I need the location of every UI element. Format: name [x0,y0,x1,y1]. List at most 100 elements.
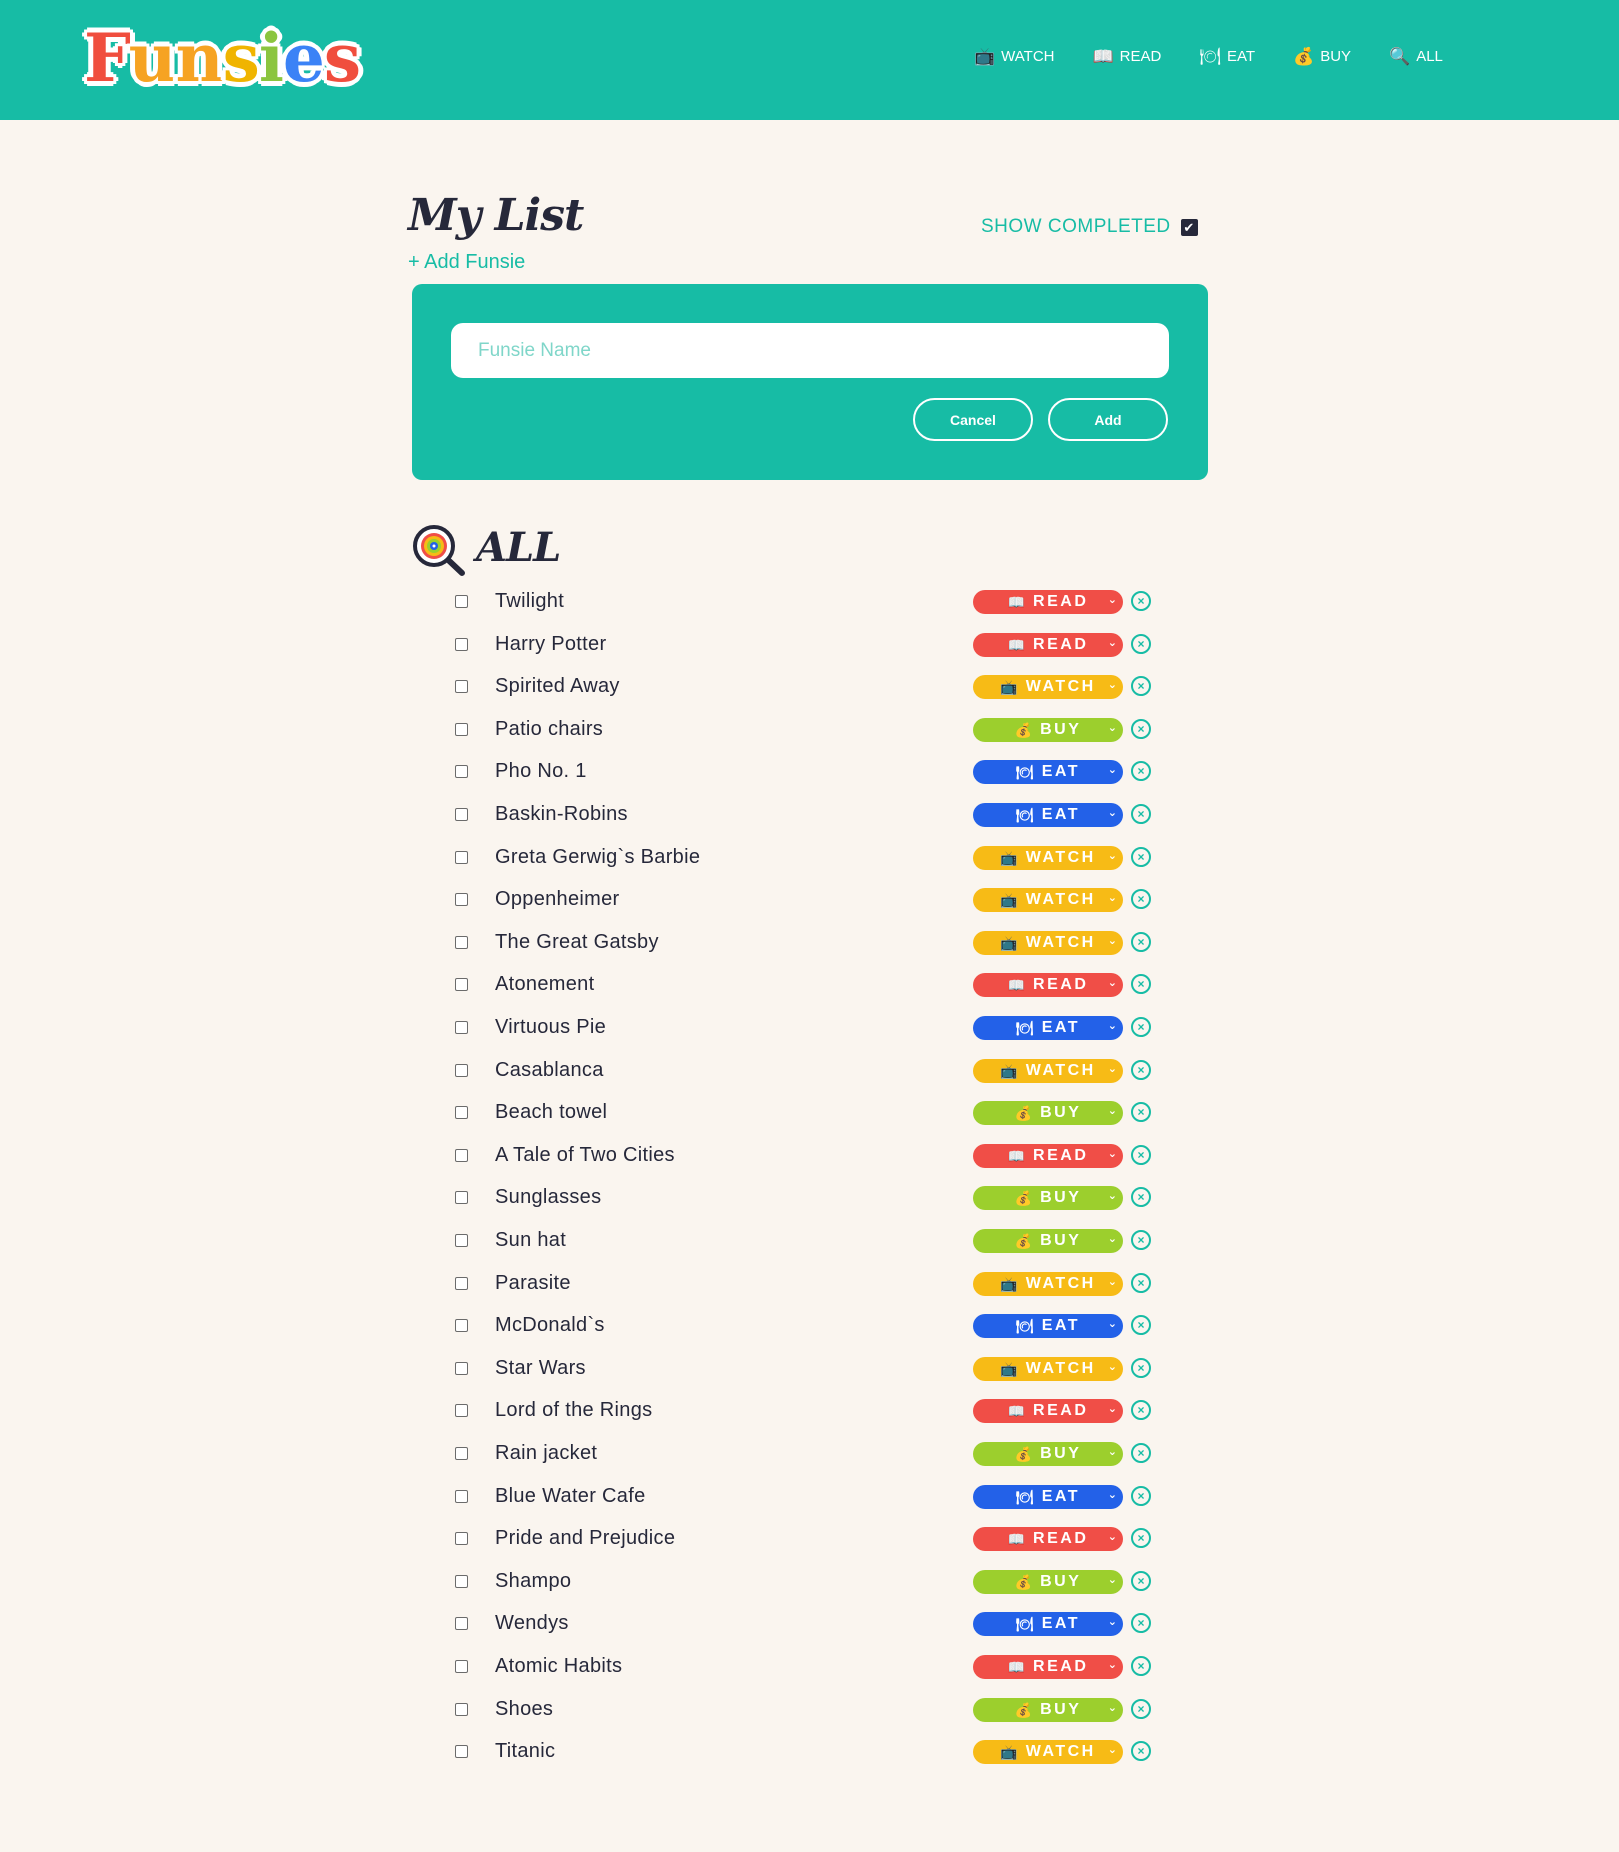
show-completed-checkbox[interactable]: ✔ [1180,218,1198,236]
remove-item-icon[interactable]: × [1131,1273,1151,1293]
complete-checkbox[interactable] [455,595,468,608]
complete-checkbox[interactable] [455,765,468,778]
category-select[interactable]: 📺 WATCH ⌄ [973,1059,1123,1083]
remove-item-icon[interactable]: × [1131,634,1151,654]
funsies-logo[interactable]: Funsies [74,18,370,98]
cancel-button[interactable]: Cancel [913,398,1033,441]
nav-item-buy[interactable]: 💰 BUY [1293,48,1351,65]
remove-item-icon[interactable]: × [1131,1358,1151,1378]
remove-item-icon[interactable]: × [1131,974,1151,994]
remove-item-icon[interactable]: × [1131,1741,1151,1761]
complete-checkbox[interactable] [455,1745,468,1758]
list-item: Baskin-Robins 🍽 EAT ⌄ × [0,794,1619,836]
complete-checkbox[interactable] [455,680,468,693]
category-label: EAT [1041,806,1081,823]
category-select[interactable]: 📖 READ ⌄ [973,973,1123,997]
category-select[interactable]: 💰 BUY ⌄ [973,1570,1123,1594]
complete-checkbox[interactable] [455,1106,468,1119]
remove-item-icon[interactable]: × [1131,1613,1151,1633]
remove-item-icon[interactable]: × [1131,1060,1151,1080]
category-select[interactable]: 📺 WATCH ⌄ [973,931,1123,955]
show-completed-toggle[interactable]: SHOW COMPLETED ✔ [981,216,1198,238]
complete-checkbox[interactable] [455,851,468,864]
remove-item-icon[interactable]: × [1131,1145,1151,1165]
category-select[interactable]: 📺 WATCH ⌄ [973,1357,1123,1381]
remove-item-icon[interactable]: × [1131,1017,1151,1037]
category-select[interactable]: 🍽 EAT ⌄ [973,1485,1123,1509]
remove-item-icon[interactable]: × [1131,1187,1151,1207]
remove-item-icon[interactable]: × [1131,1315,1151,1335]
nav-item-all[interactable]: 🔍 ALL [1389,48,1443,65]
category-select[interactable]: 🍽 EAT ⌄ [973,1612,1123,1636]
complete-checkbox[interactable] [455,723,468,736]
remove-item-icon[interactable]: × [1131,804,1151,824]
nav-item-watch[interactable]: 📺 WATCH [974,48,1055,65]
remove-item-icon[interactable]: × [1131,676,1151,696]
complete-checkbox[interactable] [455,978,468,991]
category-select[interactable]: 🍽 EAT ⌄ [973,1016,1123,1040]
complete-checkbox[interactable] [455,1021,468,1034]
complete-checkbox[interactable] [455,1064,468,1077]
complete-checkbox[interactable] [455,1149,468,1162]
remove-item-icon[interactable]: × [1131,1102,1151,1122]
remove-item-icon[interactable]: × [1131,591,1151,611]
complete-checkbox[interactable] [455,1319,468,1332]
complete-checkbox[interactable] [455,1404,468,1417]
complete-checkbox[interactable] [455,1703,468,1716]
complete-checkbox[interactable] [455,638,468,651]
remove-item-icon[interactable]: × [1131,1656,1151,1676]
category-select[interactable]: 💰 BUY ⌄ [973,1186,1123,1210]
category-select[interactable]: 🍽 EAT ⌄ [973,760,1123,784]
category-label: BUY [1040,1232,1082,1249]
category-select[interactable]: 💰 BUY ⌄ [973,718,1123,742]
category-select[interactable]: 💰 BUY ⌄ [973,1101,1123,1125]
complete-checkbox[interactable] [455,1532,468,1545]
category-select[interactable]: 📺 WATCH ⌄ [973,1272,1123,1296]
category-select[interactable]: 📺 WATCH ⌄ [973,846,1123,870]
category-select[interactable]: 📺 WATCH ⌄ [973,888,1123,912]
remove-item-icon[interactable]: × [1131,847,1151,867]
nav-item-eat[interactable]: 🍽 EAT [1199,48,1255,65]
remove-item-icon[interactable]: × [1131,1699,1151,1719]
nav-item-read[interactable]: 📖 READ [1093,48,1162,65]
remove-item-icon[interactable]: × [1131,1230,1151,1250]
category-select[interactable]: 📖 READ ⌄ [973,1144,1123,1168]
category-select[interactable]: 📖 READ ⌄ [973,1399,1123,1423]
remove-item-icon[interactable]: × [1131,1571,1151,1591]
category-select[interactable]: 💰 BUY ⌄ [973,1229,1123,1253]
remove-item-icon[interactable]: × [1131,719,1151,739]
complete-checkbox[interactable] [455,1490,468,1503]
category-select[interactable]: 🍽 EAT ⌄ [973,803,1123,827]
add-button[interactable]: Add [1048,398,1168,441]
remove-item-icon[interactable]: × [1131,1486,1151,1506]
complete-checkbox[interactable] [455,1660,468,1673]
category-select[interactable]: 📖 READ ⌄ [973,633,1123,657]
remove-item-icon[interactable]: × [1131,1443,1151,1463]
add-funsie-link[interactable]: + Add Funsie [408,251,525,274]
remove-item-icon[interactable]: × [1131,889,1151,909]
complete-checkbox[interactable] [455,1234,468,1247]
complete-checkbox[interactable] [455,808,468,821]
complete-checkbox[interactable] [455,893,468,906]
category-select[interactable]: 💰 BUY ⌄ [973,1442,1123,1466]
category-select[interactable]: 📺 WATCH ⌄ [973,1740,1123,1764]
remove-item-icon[interactable]: × [1131,932,1151,952]
complete-checkbox[interactable] [455,936,468,949]
category-select[interactable]: 💰 BUY ⌄ [973,1698,1123,1722]
category-select[interactable]: 📖 READ ⌄ [973,590,1123,614]
remove-item-icon[interactable]: × [1131,1400,1151,1420]
complete-checkbox[interactable] [455,1447,468,1460]
category-select[interactable]: 🍽 EAT ⌄ [973,1314,1123,1338]
complete-checkbox[interactable] [455,1575,468,1588]
category-select[interactable]: 📖 READ ⌄ [973,1527,1123,1551]
remove-item-icon[interactable]: × [1131,761,1151,781]
item-name: Lord of the Rings [495,1399,653,1421]
category-select[interactable]: 📺 WATCH ⌄ [973,675,1123,699]
remove-item-icon[interactable]: × [1131,1528,1151,1548]
complete-checkbox[interactable] [455,1277,468,1290]
category-select[interactable]: 📖 READ ⌄ [973,1655,1123,1679]
complete-checkbox[interactable] [455,1617,468,1630]
funsie-name-input[interactable] [451,323,1169,378]
complete-checkbox[interactable] [455,1362,468,1375]
complete-checkbox[interactable] [455,1191,468,1204]
